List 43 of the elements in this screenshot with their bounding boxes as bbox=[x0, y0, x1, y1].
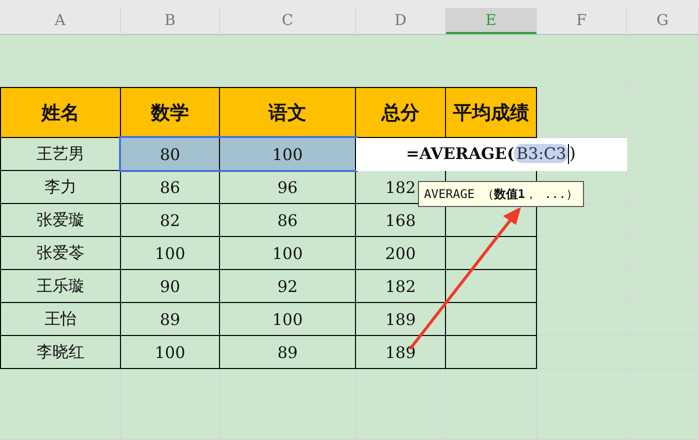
table-cell: 100 bbox=[154, 342, 186, 362]
table-cell: 100 bbox=[272, 310, 303, 328]
table-cell: 张爱璇 bbox=[36, 210, 84, 230]
table-cell: 100 bbox=[272, 244, 303, 262]
function-tooltip: AVERAGE （数值1， ...） bbox=[418, 181, 584, 207]
table-cell: 182 bbox=[385, 276, 416, 296]
table-cell: 86 bbox=[277, 210, 298, 230]
table-cell: 王艺男 bbox=[36, 144, 84, 164]
column-title: 语文 bbox=[268, 100, 306, 126]
column-title: 平均成绩 bbox=[453, 100, 529, 126]
column-header[interactable]: F bbox=[537, 8, 627, 34]
column-title: 数学 bbox=[151, 100, 189, 126]
table-cell: 168 bbox=[385, 210, 416, 230]
column-header[interactable]: E bbox=[446, 8, 537, 34]
empty-cell bbox=[627, 35, 699, 87]
table-cell: 90 bbox=[160, 276, 180, 296]
column-title: 姓名 bbox=[42, 100, 80, 126]
column-header[interactable]: B bbox=[121, 8, 220, 34]
empty-cell bbox=[627, 87, 699, 138]
table-cell: 86 bbox=[160, 178, 180, 196]
table-cell: 92 bbox=[277, 276, 298, 296]
column-header[interactable]: A bbox=[0, 8, 121, 34]
formula-editor[interactable]: =AVERAGE(B3:C3 ) bbox=[356, 138, 627, 171]
table-cell: 李晓红 bbox=[36, 342, 84, 362]
table-cell: 李力 bbox=[44, 176, 76, 198]
table-cell: 王乐璇 bbox=[36, 276, 84, 296]
column-header[interactable]: G bbox=[627, 8, 699, 34]
table-cell: 80 bbox=[160, 144, 180, 164]
table-cell: 100 bbox=[154, 244, 186, 262]
table-cell: 182 bbox=[385, 178, 416, 196]
table-cell: 96 bbox=[277, 178, 298, 196]
column-header[interactable]: C bbox=[220, 8, 356, 34]
column-title: 总分 bbox=[382, 100, 420, 126]
table-cell: 200 bbox=[385, 244, 416, 262]
table-cell: 王怡 bbox=[44, 308, 76, 330]
table-cell: 89 bbox=[277, 342, 298, 362]
table-cell: 189 bbox=[385, 342, 416, 362]
table-cell: 189 bbox=[385, 310, 416, 328]
table-cell: 张爱苓 bbox=[36, 242, 84, 264]
empty-cell bbox=[627, 171, 699, 204]
table-cell: 100 bbox=[272, 144, 303, 164]
table-cell: 82 bbox=[160, 210, 180, 230]
table-cell: 89 bbox=[160, 310, 180, 328]
